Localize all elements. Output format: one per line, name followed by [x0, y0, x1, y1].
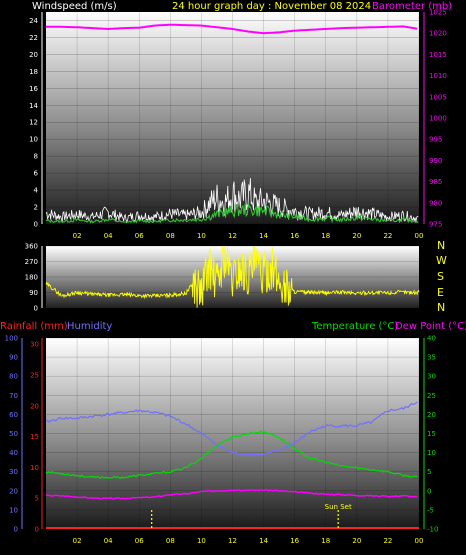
wind-time-label: 10 [197, 232, 206, 240]
temp-tick-label: 30 [427, 373, 436, 381]
humidity-tick-label: 30 [9, 468, 18, 476]
dewpoint-label: Dew Point (°C) [395, 321, 466, 332]
wind-tick-label: 0 [34, 221, 38, 229]
wind-tick-label: 16 [29, 85, 38, 93]
bottom-time-label: 04 [104, 537, 113, 545]
wind-tick-label: 22 [29, 34, 38, 42]
humidity-tick-label: 100 [5, 335, 18, 343]
rain-tick-label: 20 [30, 402, 39, 410]
rain-tick-label: 25 [30, 371, 39, 379]
wind-time-label: 22 [383, 232, 392, 240]
wind-time-label: 06 [135, 232, 144, 240]
temp-tick-label: -10 [427, 526, 438, 534]
temp-tick-label: 35 [427, 354, 436, 362]
baro-tick-label: 990 [429, 157, 442, 165]
bottom-time-label: 10 [197, 537, 206, 545]
wind-time-label: 04 [104, 232, 113, 240]
compass-s: S [437, 270, 444, 283]
graph-title: 24 hour graph day : November 08 2024 [172, 1, 371, 12]
dir-tick-label: 0 [34, 305, 38, 313]
humidity-tick-label: 80 [9, 373, 18, 381]
humidity-tick-label: 0 [14, 526, 18, 534]
bottom-time-label: 20 [352, 537, 361, 545]
humidity-tick-label: 20 [9, 487, 18, 495]
wind-tick-label: 14 [29, 102, 38, 110]
humidity-tick-label: 40 [9, 449, 18, 457]
rain-tick-label: 30 [30, 341, 39, 349]
temp-tick-label: 15 [427, 430, 436, 438]
humidity-tick-label: 10 [9, 506, 18, 514]
compass-n-bottom: N [437, 301, 445, 314]
rain-tick-label: 5 [35, 495, 39, 503]
dir-tick-label: 360 [25, 243, 38, 251]
bottom-time-label: 06 [135, 537, 144, 545]
humidity-tick-label: 50 [9, 430, 18, 438]
dir-tick-label: 90 [29, 289, 38, 297]
wind-tick-label: 18 [29, 68, 38, 76]
compass-n-top: N [437, 239, 445, 252]
wind-tick-label: 2 [34, 204, 38, 212]
baro-tick-label: 975 [429, 221, 442, 229]
compass-e: E [437, 286, 444, 299]
wind-time-label: 16 [290, 232, 299, 240]
rain-tick-label: 10 [30, 464, 39, 472]
baro-tick-label: 1025 [429, 9, 447, 17]
wind-tick-label: 8 [34, 153, 38, 161]
bottom-time-label: 00 [415, 537, 424, 545]
humidity-tick-label: 60 [9, 411, 18, 419]
baro-tick-label: 1020 [429, 30, 447, 38]
baro-tick-label: 1010 [429, 72, 447, 80]
bottom-time-label: 12 [228, 537, 237, 545]
wind-tick-label: 20 [29, 51, 38, 59]
wind-tick-label: 10 [29, 136, 38, 144]
bottom-time-label: 14 [259, 537, 268, 545]
bottom-time-label: 16 [290, 537, 299, 545]
wind-time-label: 12 [228, 232, 237, 240]
temp-tick-label: -5 [427, 506, 434, 514]
wind-tick-label: 4 [34, 187, 39, 195]
graph-canvas: Windspeed (m/s) 24 hour graph day : Nove… [0, 1, 466, 545]
bottom-time-label: 08 [166, 537, 175, 545]
baro-tick-label: 995 [429, 136, 442, 144]
baro-tick-label: 1005 [429, 93, 447, 101]
sunset-label: Sun Set [325, 503, 352, 511]
wind-time-label: 18 [321, 232, 330, 240]
wind-time-label: 00 [415, 232, 424, 240]
rain-tick-label: 0 [35, 526, 39, 534]
temperature-label: Temperature (°C) [311, 321, 398, 332]
bottom-time-label: 02 [73, 537, 82, 545]
rain-tick-label: 15 [30, 433, 39, 441]
wind-time-label: 08 [166, 232, 175, 240]
baro-tick-label: 985 [429, 178, 442, 186]
humidity-tick-label: 70 [9, 392, 18, 400]
dir-tick-label: 180 [25, 274, 38, 282]
temp-tick-label: 40 [427, 335, 436, 343]
wind-tick-label: 12 [29, 119, 38, 127]
temp-tick-label: 25 [427, 392, 436, 400]
bottom-time-label: 18 [321, 537, 330, 545]
temp-tick-label: 0 [427, 487, 431, 495]
bottom-time-label: 22 [383, 537, 392, 545]
weather-graph-page: Windspeed (m/s) 24 hour graph day : Nove… [0, 0, 466, 555]
wind-tick-label: 24 [29, 17, 38, 25]
baro-tick-label: 1000 [429, 115, 447, 123]
temp-tick-label: 5 [427, 468, 431, 476]
temp-tick-label: 20 [427, 411, 436, 419]
humidity-tick-label: 90 [9, 354, 18, 362]
compass-w: W [436, 254, 447, 267]
baro-tick-label: 980 [429, 199, 442, 207]
wind-tick-label: 6 [34, 170, 39, 178]
wind-time-label: 14 [259, 232, 268, 240]
humidity-label: Humidity [67, 321, 112, 332]
windspeed-title: Windspeed (m/s) [32, 1, 117, 12]
dir-tick-label: 270 [25, 258, 38, 266]
wind-time-label: 20 [352, 232, 361, 240]
temp-tick-label: 10 [427, 449, 436, 457]
wind-time-label: 02 [73, 232, 82, 240]
baro-tick-label: 1015 [429, 51, 447, 59]
rainfall-label: Rainfall (mm) [0, 321, 68, 332]
